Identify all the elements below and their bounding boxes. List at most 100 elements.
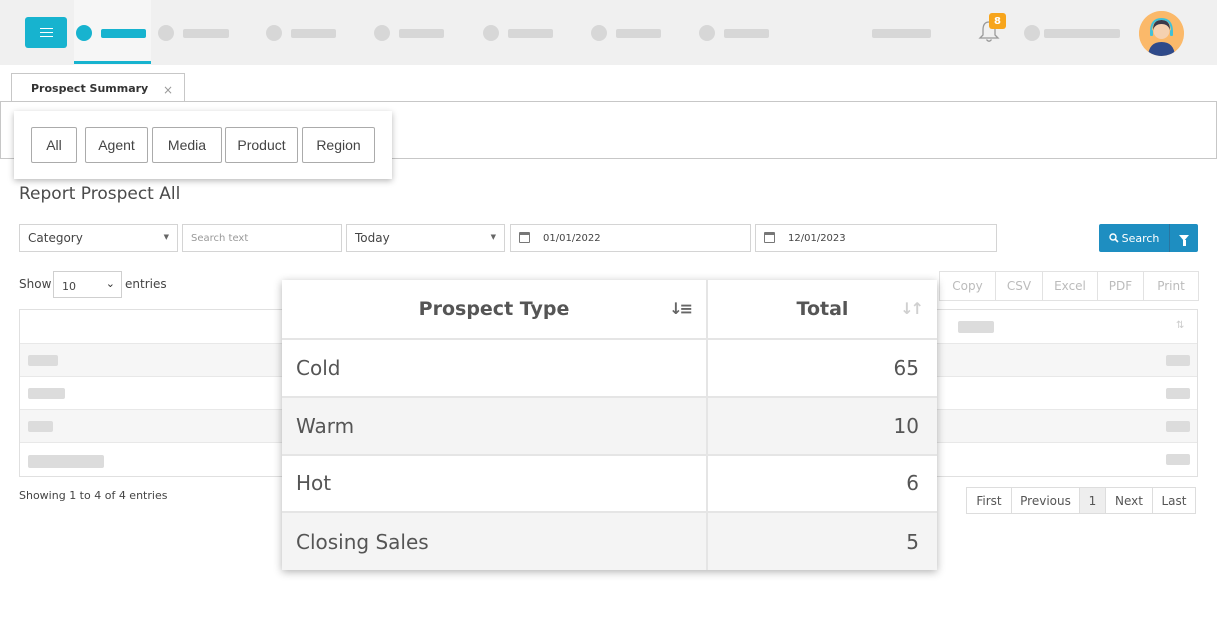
entries-select-value: 10 <box>62 280 76 293</box>
hamburger-icon <box>39 32 53 33</box>
page-last-button[interactable]: Last <box>1153 488 1195 513</box>
prospect-type-cell: Cold <box>282 339 708 398</box>
search-icon <box>1108 233 1119 243</box>
nav-label-placeholder <box>183 28 229 38</box>
calendar-icon <box>519 232 530 243</box>
excel-button[interactable]: Excel <box>1043 272 1098 300</box>
hamburger-menu-button[interactable] <box>25 17 67 48</box>
search-button[interactable]: Search <box>1099 224 1169 252</box>
sort-icon: ⇅ <box>1176 320 1185 331</box>
cell-placeholder <box>28 455 104 468</box>
nav-label-placeholder <box>616 28 661 38</box>
total-cell: 10 <box>707 396 937 456</box>
page-next-button[interactable]: Next <box>1106 488 1153 513</box>
filter-product-button[interactable]: Product <box>225 127 298 163</box>
advanced-filter-button[interactable] <box>1169 224 1198 252</box>
nav-label-placeholder <box>508 28 553 38</box>
date-from-value: 01/01/2022 <box>543 232 601 244</box>
sort-icon: ↓↑ <box>900 299 924 318</box>
filter-agent-button[interactable]: Agent <box>85 127 148 163</box>
caret-down-icon: ▼ <box>490 233 496 241</box>
nav-item-7[interactable] <box>699 25 769 41</box>
print-button[interactable]: Print <box>1144 272 1198 300</box>
date-to-value: 12/01/2023 <box>788 232 846 244</box>
prospect-type-cell: Warm <box>282 396 708 456</box>
cell-placeholder <box>1166 355 1190 366</box>
search-input-placeholder: Search text <box>191 232 249 244</box>
cell-placeholder <box>28 421 53 432</box>
prospect-summary-table: Prospect Type ↓≡ Total ↓↑ Cold 65 Warm 1… <box>282 280 937 570</box>
category-select-value: Category <box>28 231 83 245</box>
table-info: Showing 1 to 4 of 4 entries <box>19 489 168 502</box>
nav-item-6[interactable] <box>591 25 661 41</box>
user-name-placeholder[interactable] <box>1044 29 1120 38</box>
nav-dot-icon <box>591 25 607 41</box>
search-input[interactable]: Search text <box>182 224 342 252</box>
filter-button-group: All Agent Media Product Region <box>14 111 392 179</box>
filter-funnel-icon <box>1179 235 1189 246</box>
table-row: Hot 6 <box>282 454 937 514</box>
nav-dot-icon <box>158 25 174 41</box>
pagination: First Previous 1 Next Last <box>966 487 1196 514</box>
period-select[interactable]: Today ▼ <box>346 224 505 252</box>
filter-all-button[interactable]: All <box>31 127 77 163</box>
notification-badge: 8 <box>989 13 1006 29</box>
nav-dot-icon <box>374 25 390 41</box>
table-row: Warm 10 <box>282 396 937 456</box>
page-first-button[interactable]: First <box>967 488 1012 513</box>
cell-placeholder <box>28 388 65 399</box>
nav-dot-icon <box>266 25 282 41</box>
nav-label-placeholder <box>101 28 146 38</box>
prospect-type-cell: Closing Sales <box>282 512 708 570</box>
filter-media-button[interactable]: Media <box>152 127 222 163</box>
user-status-icon <box>1024 25 1040 41</box>
tab-prospect-summary[interactable]: Prospect Summary × <box>11 73 185 103</box>
pdf-button[interactable]: PDF <box>1098 272 1144 300</box>
column-header-label: Prospect Type <box>418 298 570 320</box>
header-link-placeholder[interactable] <box>872 29 931 38</box>
nav-dot-icon <box>699 25 715 41</box>
user-avatar[interactable] <box>1139 11 1184 56</box>
total-cell: 65 <box>707 339 937 398</box>
nav-label-placeholder <box>399 28 444 38</box>
column-header-placeholder <box>958 321 994 333</box>
chevron-down-icon: ⌄ <box>105 277 115 290</box>
nav-active-underline <box>74 61 151 64</box>
page-1-button[interactable]: 1 <box>1080 488 1106 513</box>
entries-select[interactable]: 10 ⌄ <box>53 271 122 298</box>
cell-placeholder <box>28 355 58 366</box>
search-button-label: Search <box>1121 231 1160 245</box>
export-button-group: Copy CSV Excel PDF Print <box>939 271 1199 301</box>
total-cell: 5 <box>707 512 937 570</box>
calendar-icon <box>764 232 775 243</box>
date-from-field[interactable]: 01/01/2022 <box>510 224 751 252</box>
page-title: Report Prospect All <box>19 184 181 204</box>
nav-item-3[interactable] <box>266 25 336 41</box>
column-header-prospect-type[interactable]: Prospect Type ↓≡ <box>282 280 708 340</box>
csv-button[interactable]: CSV <box>996 272 1043 300</box>
date-to-field[interactable]: 12/01/2023 <box>755 224 997 252</box>
nav-item-5[interactable] <box>483 25 553 41</box>
nav-item-2[interactable] <box>158 25 229 41</box>
prospect-type-cell: Hot <box>282 454 708 514</box>
cell-placeholder <box>1166 421 1190 432</box>
nav-dot-icon <box>76 25 92 41</box>
nav-item-4[interactable] <box>374 25 444 41</box>
cell-placeholder <box>1166 388 1190 399</box>
sort-ascending-icon: ↓≡ <box>669 299 693 318</box>
total-cell: 6 <box>707 454 937 514</box>
period-select-value: Today <box>355 231 390 245</box>
filter-region-button[interactable]: Region <box>302 127 375 163</box>
close-icon[interactable]: × <box>163 83 173 97</box>
table-row: Cold 65 <box>282 339 937 398</box>
entries-label: entries <box>125 277 167 291</box>
page-previous-button[interactable]: Previous <box>1012 488 1080 513</box>
copy-button[interactable]: Copy <box>940 272 996 300</box>
category-select[interactable]: Category ▼ <box>19 224 178 252</box>
nav-label-placeholder <box>724 28 769 38</box>
cell-placeholder <box>1166 454 1190 465</box>
column-header-total[interactable]: Total ↓↑ <box>707 280 937 340</box>
table-row: Closing Sales 5 <box>282 512 937 570</box>
nav-item-home[interactable] <box>76 25 146 41</box>
nav-label-placeholder <box>291 28 336 38</box>
